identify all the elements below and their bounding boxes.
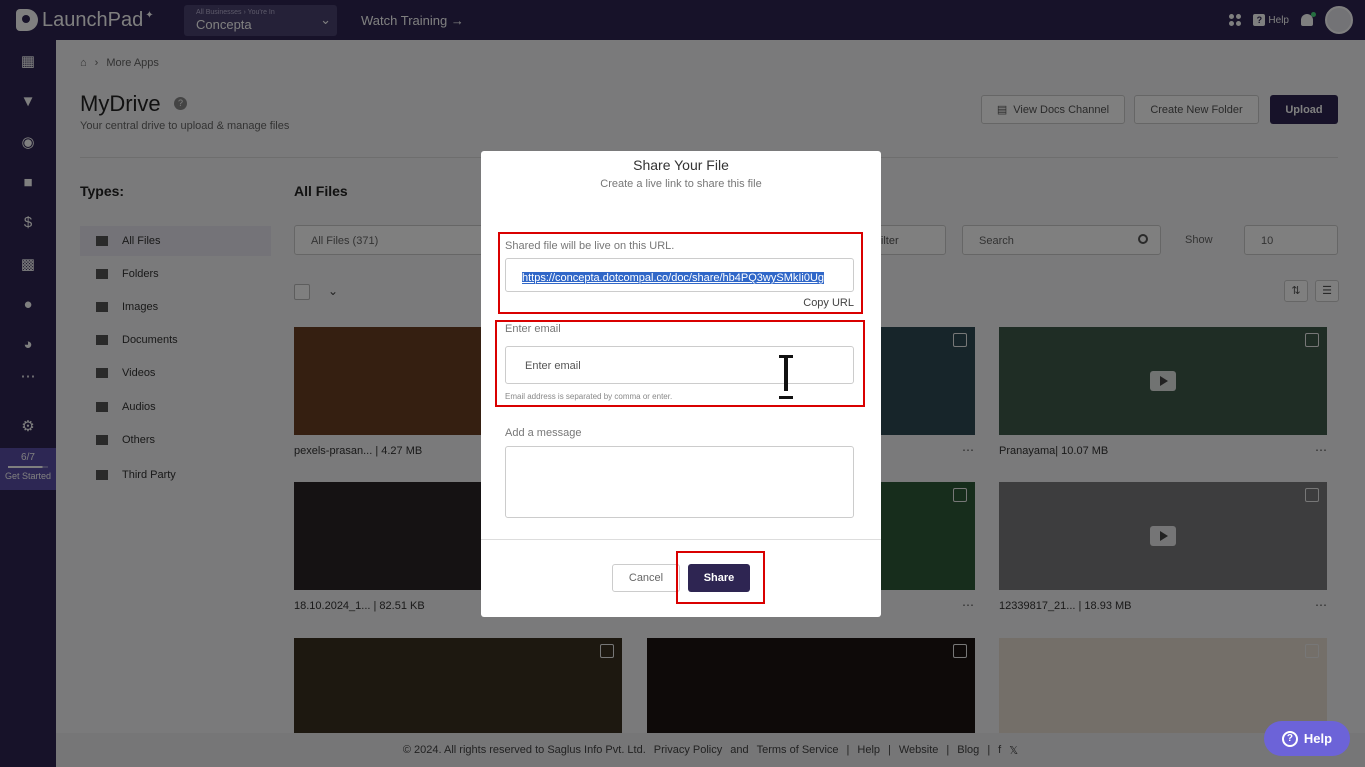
modal-title: Share Your File xyxy=(633,157,729,173)
message-label: Add a message xyxy=(505,427,582,439)
modal-subtitle: Create a live link to share this file xyxy=(600,178,762,190)
help-float-button[interactable]: ? Help xyxy=(1264,721,1350,756)
email-highlight-box xyxy=(495,320,865,407)
url-highlight-box xyxy=(498,232,863,314)
help-icon: ? xyxy=(1281,730,1298,747)
share-highlight-box xyxy=(676,551,765,604)
modal-divider xyxy=(481,539,881,540)
help-float-label: Help xyxy=(1303,731,1333,746)
message-textarea[interactable] xyxy=(505,446,854,518)
cancel-button[interactable]: Cancel xyxy=(612,564,680,592)
